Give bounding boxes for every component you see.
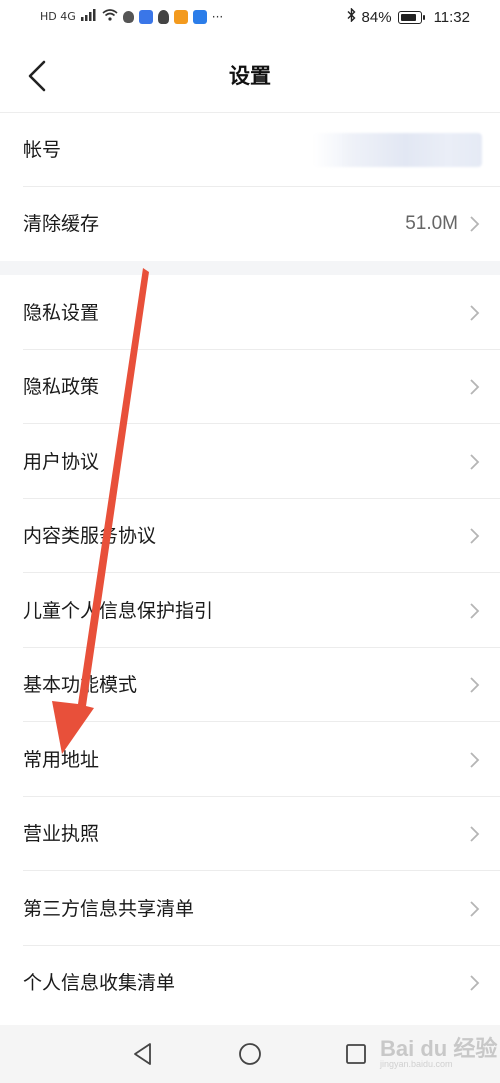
more-notifications-icon: ··· <box>211 9 224 24</box>
battery-icon <box>397 10 425 24</box>
bluetooth-icon <box>347 7 356 26</box>
signal-icon <box>80 9 97 24</box>
shield-app-icon <box>122 10 134 23</box>
wifi-icon <box>102 9 118 24</box>
lightbulb-app-icon <box>192 9 207 24</box>
nav-home-icon[interactable] <box>235 1039 265 1069</box>
row-children-privacy[interactable]: 儿童个人信息保护指引 <box>0 574 500 648</box>
row-label: 内容类服务协议 <box>23 525 157 547</box>
app-blue-icon <box>138 9 153 24</box>
row-label: 隐私设置 <box>23 302 100 324</box>
video-app-icon <box>173 9 188 24</box>
chevron-right-icon <box>470 528 480 544</box>
row-third-party-sharing[interactable]: 第三方信息共享清单 <box>0 872 500 946</box>
battery-percent: 84% <box>361 8 392 26</box>
chevron-right-icon <box>470 305 480 321</box>
row-label: 用户协议 <box>23 451 100 473</box>
watermark-text: Bai du 经验 <box>380 1036 498 1061</box>
row-label: 常用地址 <box>23 749 100 771</box>
chevron-right-icon <box>470 901 480 917</box>
baidu-watermark-logo: Bai du 经验 jingyan.baidu.com <box>380 1031 497 1069</box>
row-label: 基本功能模式 <box>23 674 138 696</box>
row-label: 营业执照 <box>23 823 100 845</box>
status-right: 84% 11:32 <box>347 7 470 26</box>
chevron-right-icon <box>470 454 480 470</box>
row-common-address[interactable]: 常用地址 <box>0 723 500 797</box>
row-business-license[interactable]: 营业执照 <box>0 797 500 871</box>
network-label: HD 4G <box>40 10 76 23</box>
page-title: 设置 <box>229 64 271 88</box>
row-account[interactable]: 帐号 <box>0 113 500 187</box>
row-content-service-agreement[interactable]: 内容类服务协议 <box>0 499 500 573</box>
section-separator <box>0 261 500 275</box>
row-label: 第三方信息共享清单 <box>23 898 195 920</box>
chevron-right-icon <box>470 975 480 991</box>
qq-penguin-icon <box>157 9 169 24</box>
status-bar: HD 4G ··· 84% 11:32 <box>0 0 500 38</box>
row-label: 帐号 <box>23 139 62 161</box>
row-clear-cache[interactable]: 清除缓存 51.0M <box>0 187 500 261</box>
divider <box>23 870 500 871</box>
row-label: 儿童个人信息保护指引 <box>23 600 214 622</box>
divider <box>23 572 500 573</box>
row-privacy-settings[interactable]: 隐私设置 <box>0 276 500 350</box>
nav-back-icon[interactable] <box>128 1039 158 1069</box>
chevron-right-icon <box>470 677 480 693</box>
row-label: 清除缓存 <box>23 213 100 235</box>
row-user-agreement[interactable]: 用户协议 <box>0 425 500 499</box>
divider <box>23 721 500 722</box>
clock: 11:32 <box>433 8 470 26</box>
nav-recents-icon[interactable] <box>341 1039 371 1069</box>
chevron-right-icon <box>470 752 480 768</box>
chevron-right-icon <box>470 826 480 842</box>
chevron-right-icon <box>470 379 480 395</box>
row-basic-mode[interactable]: 基本功能模式 <box>0 648 500 722</box>
nav-bar: 设置 <box>0 38 500 113</box>
chevron-right-icon <box>470 603 480 619</box>
account-value-blurred <box>312 133 482 167</box>
cache-size-value: 51.0M <box>405 213 458 234</box>
divider <box>23 423 500 424</box>
status-left-icons: HD 4G ··· <box>40 9 223 24</box>
row-label: 个人信息收集清单 <box>23 972 176 994</box>
chevron-right-icon <box>470 216 480 232</box>
row-label: 隐私政策 <box>23 376 100 398</box>
row-privacy-policy[interactable]: 隐私政策 <box>0 350 500 424</box>
row-personal-info-collection[interactable]: 个人信息收集清单 <box>0 946 500 1020</box>
